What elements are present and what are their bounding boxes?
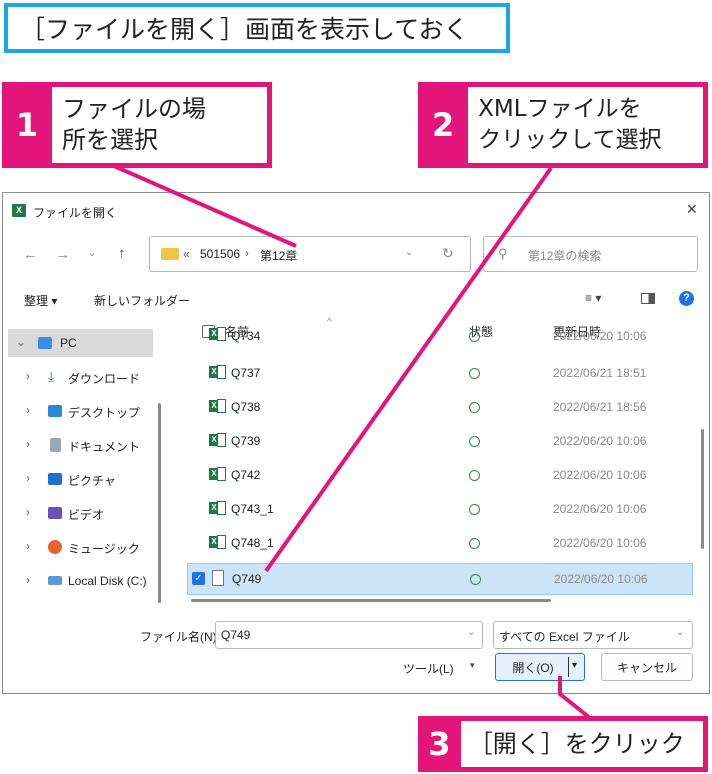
callout-2-pointer-line (264, 166, 553, 573)
callout-1-pointer-line (113, 164, 297, 248)
callout-pointer-lines (113, 164, 592, 720)
callout-3-pointer-line (558, 676, 592, 720)
